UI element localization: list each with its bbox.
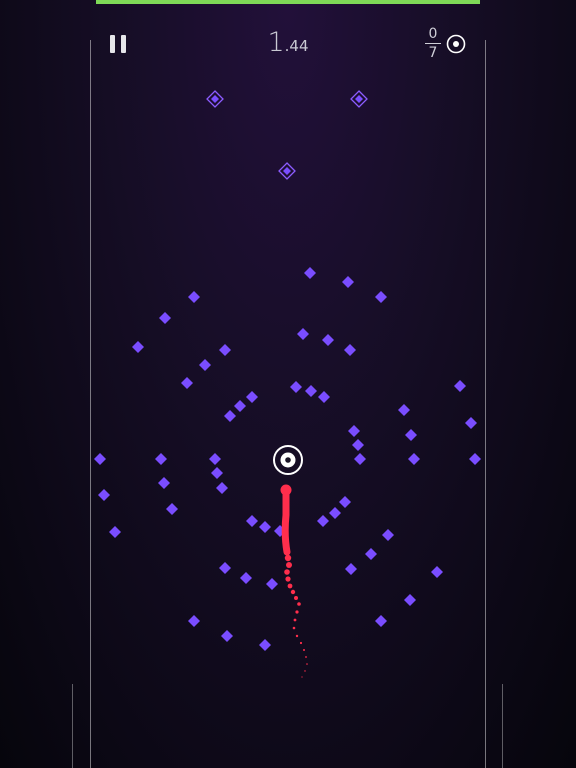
trail-dot <box>295 634 299 638</box>
gem <box>398 404 410 416</box>
trail-dot <box>295 610 299 614</box>
gem <box>246 515 258 527</box>
gem <box>339 496 351 508</box>
gem <box>188 615 200 627</box>
gem <box>469 453 481 465</box>
outlined-gem <box>206 90 224 108</box>
gem <box>221 630 233 642</box>
gem <box>132 341 144 353</box>
gem <box>266 578 278 590</box>
outlined-gem <box>350 90 368 108</box>
gem <box>348 425 360 437</box>
game-field[interactable] <box>0 0 576 768</box>
gem <box>94 453 106 465</box>
gem <box>219 344 231 356</box>
gem <box>382 529 394 541</box>
gem <box>345 563 357 575</box>
gem <box>224 410 236 422</box>
gem <box>297 328 309 340</box>
goal-ring[interactable] <box>273 445 303 475</box>
gem <box>290 381 302 393</box>
gem <box>199 359 211 371</box>
gem <box>352 439 364 451</box>
trail-dot <box>293 618 297 622</box>
gem <box>109 526 121 538</box>
trail-dot <box>306 663 308 665</box>
gem <box>329 507 341 519</box>
trail-dot <box>294 596 298 600</box>
gem <box>375 291 387 303</box>
gem <box>240 572 252 584</box>
gem <box>158 477 170 489</box>
trail-dot <box>299 641 303 645</box>
trail-dot <box>285 576 291 582</box>
gem <box>344 344 356 356</box>
gem <box>318 391 330 403</box>
trail-dot <box>301 676 303 678</box>
gem <box>209 453 221 465</box>
trail-dot <box>305 656 307 658</box>
gem <box>405 429 417 441</box>
gem <box>98 489 110 501</box>
gem <box>216 482 228 494</box>
gem <box>219 562 231 574</box>
gem <box>408 453 420 465</box>
gem <box>365 548 377 560</box>
gem <box>305 385 317 397</box>
gem <box>454 380 466 392</box>
trail-dot <box>303 649 305 651</box>
gem <box>342 276 354 288</box>
gem <box>259 639 271 651</box>
gem <box>259 521 271 533</box>
trail-dot <box>284 569 290 575</box>
outlined-gem <box>278 162 296 180</box>
trail-dot <box>304 670 306 672</box>
gem <box>404 594 416 606</box>
gem <box>317 515 329 527</box>
gem <box>465 417 477 429</box>
trail-dot <box>290 589 296 595</box>
gem <box>375 615 387 627</box>
gem <box>155 453 167 465</box>
gem <box>159 312 171 324</box>
trail-dot <box>286 562 292 568</box>
gem <box>246 391 258 403</box>
gem <box>322 334 334 346</box>
player-head <box>280 484 292 496</box>
trail-dot <box>284 554 292 562</box>
gem <box>211 467 223 479</box>
gem <box>188 291 200 303</box>
gem <box>181 377 193 389</box>
trail-dot <box>297 602 301 606</box>
gem <box>304 267 316 279</box>
gem <box>166 503 178 515</box>
gem <box>354 453 366 465</box>
player-trail <box>280 484 308 678</box>
gem <box>234 400 246 412</box>
trail-dot <box>287 583 293 589</box>
gem <box>431 566 443 578</box>
trail-dot <box>292 626 296 630</box>
outlined-gems <box>206 90 368 180</box>
player-worm-body <box>281 486 291 556</box>
